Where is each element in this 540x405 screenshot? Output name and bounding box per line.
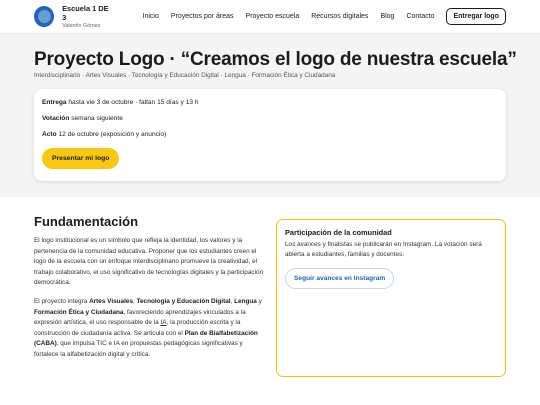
brand[interactable]: Escuela 1 DE 3 Valentín Gómez bbox=[62, 4, 112, 30]
info-label: Votación bbox=[42, 115, 70, 122]
fundamentacion-paragraph-2: El proyecto integra Artes Visuales, Tecn… bbox=[34, 297, 266, 361]
area-lengua: Lengua bbox=[234, 298, 257, 305]
area-formacion-etica: Formación Ética y Ciudadana bbox=[34, 308, 124, 316]
brand-name: Escuela 1 DE 3 bbox=[62, 3, 109, 22]
info-row-votacion: Votación semana siguiente bbox=[42, 115, 498, 122]
fundamentacion-section: Fundamentación El logo institucional es … bbox=[0, 197, 540, 405]
areas-subtitle: Interdisciplinario · Artes Visuales · Te… bbox=[34, 72, 336, 79]
text: , que impulsa TIC e IA en propuestas ped… bbox=[34, 340, 243, 358]
info-card: Entrega hasta vie 3 de octubre · faltan … bbox=[34, 89, 506, 181]
community-card: Participación de la comunidad Los avance… bbox=[276, 219, 506, 377]
brand-subtitle: Valentín Gómez bbox=[62, 22, 101, 29]
site-header: Escuela 1 DE 3 Valentín Gómez Inicio Pro… bbox=[0, 0, 540, 34]
presentar-logo-button[interactable]: Presentar mi logo bbox=[42, 148, 120, 169]
entregar-logo-button[interactable]: Entregar logo bbox=[446, 8, 506, 25]
section-title: Fundamentación bbox=[34, 214, 139, 229]
info-label: Entrega bbox=[42, 99, 67, 106]
area-artes-visuales: Artes Visuales bbox=[89, 298, 133, 305]
nav-blog[interactable]: Blog bbox=[380, 13, 394, 20]
community-text: Los avances y finalistas se publicarán e… bbox=[285, 241, 482, 258]
info-value: 12 de octubre (exposición y anuncio) bbox=[56, 131, 167, 138]
nav-recursos-digitales[interactable]: Recursos digitales bbox=[311, 13, 368, 20]
info-value: hasta vie 3 de octubre · faltan 15 días … bbox=[66, 99, 199, 106]
text: y bbox=[256, 298, 262, 305]
fundamentacion-paragraph-1: El logo institucional es un símbolo que … bbox=[34, 237, 264, 287]
main-nav: Inicio Proyectos por áreas Proyecto escu… bbox=[143, 13, 447, 20]
info-row-entrega: Entrega hasta vie 3 de octubre · faltan … bbox=[42, 99, 498, 106]
nav-contacto[interactable]: Contacto bbox=[406, 13, 434, 20]
nav-proyecto-escuela[interactable]: Proyecto escuela bbox=[246, 13, 300, 20]
area-tecnologia: Tecnología y Educación Digital bbox=[136, 298, 231, 305]
nav-proyectos-por-areas[interactable]: Proyectos por áreas bbox=[171, 13, 234, 20]
text: El proyecto integra bbox=[34, 298, 90, 305]
community-title: Participación de la comunidad bbox=[285, 228, 392, 237]
info-value: semana siguiente bbox=[69, 115, 123, 122]
page-title: Proyecto Logo · “Creamos el logo de nues… bbox=[34, 49, 517, 70]
school-logo-icon[interactable] bbox=[34, 6, 55, 27]
info-label: Acto bbox=[42, 131, 57, 138]
instagram-button[interactable]: Seguir avances en Instagram bbox=[285, 268, 395, 289]
nav-inicio[interactable]: Inicio bbox=[143, 13, 159, 20]
info-row-acto: Acto 12 de octubre (exposición y anuncio… bbox=[42, 131, 498, 138]
